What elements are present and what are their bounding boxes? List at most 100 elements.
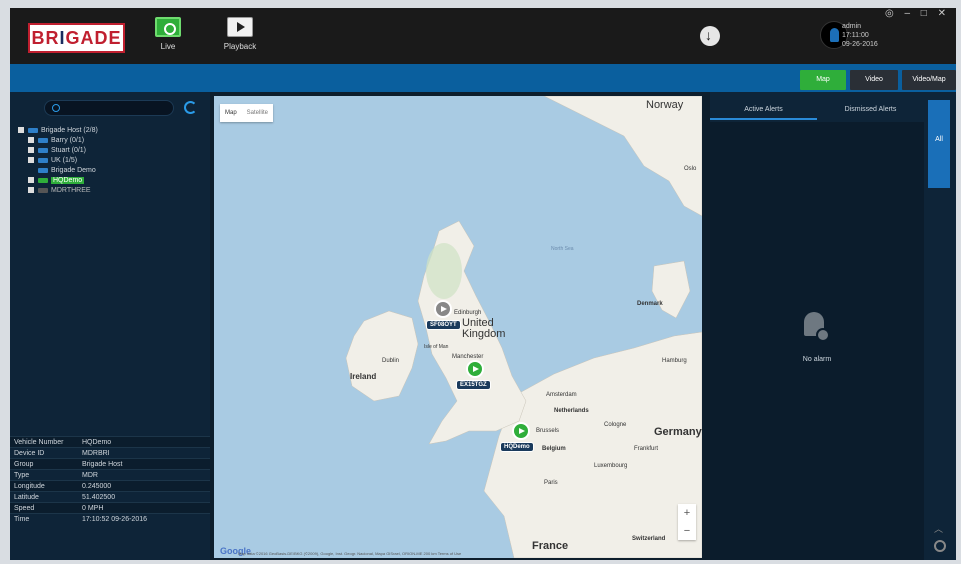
tree-label: MDRTHREE (51, 187, 91, 194)
tab-dismissed-alerts[interactable]: Dismissed Alerts (817, 100, 924, 120)
map-label-manchester: Manchester (452, 354, 484, 360)
tree-node-brigade-host[interactable]: Brigade Host (2/8) (18, 126, 98, 136)
info-key: Longitude (14, 483, 45, 490)
zoom-out-button[interactable]: − (678, 522, 696, 540)
top-bar: BRIGADE Live Playback admin 17:11:00 09-… (10, 8, 956, 64)
map-view[interactable]: Map Satellite Norway Oslo Edinburgh Unit… (214, 96, 702, 558)
window-controls[interactable]: ◎ – □ ✕ (885, 8, 950, 19)
expand-icon[interactable] (28, 177, 34, 184)
map-label-norway: Norway (646, 99, 684, 111)
expand-icon[interactable] (28, 137, 34, 144)
map-label-switzerland: Switzerland (632, 536, 666, 542)
tree-node-stuart[interactable]: Stuart (0/1) (18, 146, 98, 156)
info-key: Type (14, 472, 30, 479)
info-row: Time 17:10:52 09-26-2016 (10, 513, 210, 524)
alert-list: No alarm (710, 122, 924, 560)
info-row: Longitude 0.245000 (10, 480, 210, 491)
tab-active-alerts[interactable]: Active Alerts (710, 100, 817, 120)
vehicle-marker-icon[interactable] (466, 360, 484, 378)
tree-node-hqdemo[interactable]: HQDemo (18, 176, 98, 186)
info-value: Brigade Host (82, 461, 123, 468)
user-info: admin 17:11:00 09-26-2016 (842, 22, 878, 49)
vehicle-tag[interactable]: EX15TGZ (456, 380, 491, 390)
expand-icon[interactable] (28, 187, 34, 194)
map-label-ireland: Ireland (350, 372, 377, 381)
user-name: admin (842, 23, 862, 30)
collapse-icon[interactable] (18, 127, 24, 134)
folder-icon (28, 127, 38, 133)
map-type-toggle[interactable]: Map Satellite (220, 104, 274, 122)
map-type-satellite[interactable]: Satellite (242, 104, 273, 122)
zoom-in-button[interactable]: + (678, 504, 696, 522)
info-row: Device ID MDRBRI (10, 447, 210, 458)
map-label-france: France (532, 540, 569, 552)
map-label-netherlands: Netherlands (554, 408, 589, 414)
info-key: Vehicle Number (14, 439, 64, 446)
vehicle-tag[interactable]: HQDemo (500, 442, 534, 452)
info-key: Latitude (14, 494, 39, 501)
vehicle-online-icon (38, 177, 48, 183)
map-label-luxembourg: Luxembourg (594, 463, 628, 469)
map-label-oslo: Oslo (684, 166, 697, 172)
expand-icon[interactable] (28, 147, 34, 154)
folder-icon (38, 157, 48, 163)
chevron-up-icon[interactable]: ︿ (934, 522, 943, 535)
tree-node-mdrthree[interactable]: MDRTHREE (18, 186, 98, 196)
map-label-uk: United Kingdom (462, 317, 506, 340)
nav-live-button[interactable]: Live (138, 14, 198, 62)
map-label-paris: Paris (544, 480, 558, 486)
map-label-north-sea: North Sea (551, 246, 574, 252)
vehicle-marker-icon[interactable] (434, 300, 452, 318)
tree-node-uk[interactable]: UK (1/5) (18, 156, 98, 166)
expand-icon[interactable] (28, 157, 34, 164)
user-time: 17:11:00 (842, 32, 869, 39)
map-type-map[interactable]: Map (220, 104, 242, 122)
tab-all[interactable]: All (928, 100, 950, 188)
tab-map[interactable]: Map (800, 70, 846, 90)
alert-tabs: Active Alerts Dismissed Alerts (710, 100, 924, 120)
empty-alarm-text: No alarm (802, 356, 832, 363)
tree-label: Brigade Host (2/8) (41, 127, 98, 134)
refresh-icon[interactable] (184, 101, 197, 114)
nav-playback-button[interactable]: Playback (210, 14, 270, 62)
info-value: 51.402500 (82, 494, 116, 501)
info-value: 0.245000 (82, 483, 112, 490)
vehicle-tag[interactable]: SF08OYT (426, 320, 461, 330)
folder-icon (38, 167, 48, 173)
map-label-belgium: Belgium (542, 446, 566, 452)
info-value: 17:10:52 09-26-2016 (82, 516, 147, 523)
vehicle-info-table: Vehicle Number HQDemo Device ID MDRBRI Gro… (10, 436, 210, 524)
tab-video-map[interactable]: Video/Map (902, 70, 956, 90)
vehicle-offline-icon (38, 187, 48, 193)
map-label-frankfurt: Frankfurt (634, 446, 659, 452)
alerts-panel: Active Alerts Dismissed Alerts No alarm … (710, 92, 956, 560)
zoom-control: + − (678, 504, 696, 540)
info-row: Type MDR (10, 469, 210, 480)
info-key: Time (14, 516, 30, 523)
tree-label: Stuart (0/1) (51, 147, 87, 154)
tree-label: UK (1/5) (51, 157, 78, 164)
vehicle-marker-icon[interactable] (512, 422, 530, 440)
view-toolbar: Map Video Video/Map (10, 64, 956, 92)
map-label-hamburg: Hamburg (662, 358, 687, 364)
search-input[interactable] (44, 100, 174, 116)
map-label-cologne: Cologne (604, 422, 627, 428)
download-icon[interactable] (700, 26, 720, 46)
info-value: MDR (82, 472, 98, 479)
nav-playback-label: Playback (223, 42, 257, 51)
tab-video[interactable]: Video (850, 70, 898, 90)
info-value: 0 MPH (82, 505, 104, 512)
info-row: Vehicle Number HQDemo (10, 436, 210, 447)
tree-node-barry[interactable]: Barry (0/1) (18, 136, 98, 146)
map-label-germany: Germany (654, 426, 702, 438)
folder-icon (38, 147, 48, 153)
tree-node-brigade-demo[interactable]: Brigade Demo (18, 166, 98, 176)
info-row: Latitude 51.402500 (10, 491, 210, 502)
info-key: Device ID (14, 450, 45, 457)
settings-icon[interactable] (934, 540, 946, 552)
live-monitor-icon (155, 17, 181, 37)
info-key: Speed (14, 505, 35, 512)
playback-icon (227, 17, 253, 37)
map-label-denmark: Denmark (637, 301, 663, 307)
bell-icon (798, 308, 830, 342)
